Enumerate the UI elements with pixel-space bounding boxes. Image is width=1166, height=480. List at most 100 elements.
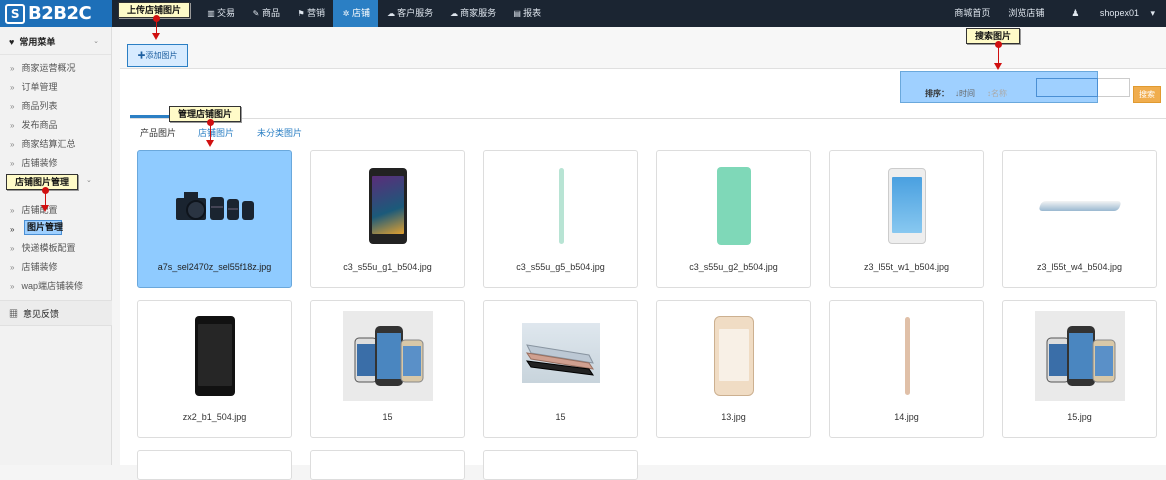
image-card[interactable]	[310, 450, 465, 480]
image-card[interactable]: z3_l55t_w1_b504.jpg	[829, 150, 984, 288]
chat-icon: ☁	[387, 9, 396, 18]
callout-stem	[45, 192, 46, 206]
cloud-icon: ☁	[450, 9, 459, 18]
image-name: c3_s55u_g2_b504.jpg	[689, 262, 778, 272]
sidebar-item-shop-config[interactable]: » 店铺配置	[0, 201, 112, 219]
active-tab-indicator	[130, 115, 174, 118]
nav-item-reports[interactable]: ▤ 报表	[504, 0, 549, 27]
chart-icon: ▥	[207, 9, 215, 18]
image-name: 15	[382, 412, 393, 422]
sidebar: ♥ 常用菜单 ⌄ » 商家运营概况 » 订单管理 » 商品列表 » 发布商品 » 商家结算…	[0, 27, 112, 465]
user-icon: ♟	[1071, 8, 1082, 18]
image-name: c3_s55u_g5_b504.jpg	[516, 262, 605, 272]
callout-stem	[156, 20, 157, 33]
sidebar-item-image-manage-arrow: »	[10, 225, 15, 234]
image-name: 13.jpg	[721, 412, 746, 422]
sort-label: 排序：	[925, 89, 949, 98]
search-input-highlight	[1036, 78, 1098, 97]
image-card[interactable]: c3_s55u_g5_b504.jpg	[483, 150, 638, 288]
sidebar-item-goods-list[interactable]: » 商品列表	[0, 97, 112, 115]
image-name: 14.jpg	[894, 412, 919, 422]
logo[interactable]: S B2B2C	[0, 0, 112, 27]
arrow-down-icon	[41, 205, 49, 212]
nav-item-shop[interactable]: ✲ 店铺	[333, 0, 379, 27]
image-thumbnail	[522, 323, 600, 383]
user-menu[interactable]: ♟ shopex01 ▾	[1053, 0, 1164, 27]
heart-icon: ♥	[9, 37, 15, 47]
common-menu-header[interactable]: ♥ 常用菜单 ⌄	[0, 27, 111, 55]
tab-product-images[interactable]: 产品图片	[140, 126, 176, 139]
image-card[interactable]	[483, 450, 638, 480]
image-name: 15.jpg	[1067, 412, 1092, 422]
image-thumbnail	[343, 311, 433, 401]
gear-icon: ✲	[342, 9, 350, 18]
image-name: z3_l55t_w4_b504.jpg	[1036, 262, 1123, 272]
tab-shop-images[interactable]: 店铺图片	[198, 126, 234, 139]
image-name: a7s_sel2470z_sel55f18z.jpg	[157, 262, 272, 272]
sidebar-item-overview[interactable]: » 商家运营概况	[0, 59, 112, 77]
top-right-links: 商城首页 浏览店铺 ♟ shopex01 ▾	[945, 0, 1164, 27]
sidebar-item-decoration[interactable]: » 店铺装修	[0, 154, 112, 172]
tab-uncategorized-images[interactable]: 未分类图片	[257, 126, 302, 139]
nav-item-customer-service[interactable]: ☁ 客户服务	[378, 0, 441, 27]
image-name: 15	[555, 412, 566, 422]
image-thumbnail	[516, 161, 606, 251]
sidebar-item-publish-goods[interactable]: » 发布商品	[0, 116, 112, 134]
image-card[interactable]: 14.jpg	[829, 300, 984, 438]
nav-item-merchant-service[interactable]: ☁ 商家服务	[441, 0, 504, 27]
image-card[interactable]: 13.jpg	[656, 300, 811, 438]
arrow-down-icon	[152, 33, 160, 40]
arrow-down-icon	[206, 140, 214, 147]
image-card[interactable]	[137, 450, 292, 480]
chevron-down-icon: ⌄	[86, 177, 92, 184]
chevron-down-icon: ⌄	[93, 38, 99, 45]
image-card[interactable]: a7s_sel2470z_sel55f18z.jpg	[137, 150, 292, 288]
nav-item-trade[interactable]: ▥ 交易	[198, 0, 243, 27]
arrow-down-icon	[994, 63, 1002, 70]
image-card[interactable]: 15	[483, 300, 638, 438]
browse-shop-link[interactable]: 浏览店铺	[999, 0, 1053, 27]
sidebar-item-shop-decoration[interactable]: » 店铺装修	[0, 258, 112, 276]
main-content: ✚添加图片 排序： ↓时间 ↕名称 搜索 产品图片 店铺图片 未分类图片 a7s…	[120, 27, 1166, 480]
image-thumbnail	[689, 311, 779, 401]
tag-icon: ✎	[252, 9, 260, 18]
sidebar-item-orders[interactable]: » 订单管理	[0, 78, 112, 96]
search-button[interactable]: 搜索	[1133, 86, 1161, 103]
callout-stem	[210, 124, 211, 140]
image-card[interactable]: 15	[310, 300, 465, 438]
image-name: zx2_b1_504.jpg	[182, 412, 247, 422]
image-card[interactable]: c3_s55u_g1_b504.jpg	[310, 150, 465, 288]
image-thumbnail	[862, 161, 952, 251]
callout-stem	[998, 46, 999, 64]
image-card[interactable]: 15.jpg	[1002, 300, 1157, 438]
mall-home-link[interactable]: 商城首页	[945, 0, 999, 27]
report-icon: ▤	[513, 9, 521, 18]
image-thumbnail	[1035, 161, 1125, 251]
callout-manage: 管理店铺图片	[169, 106, 242, 122]
image-name: z3_l55t_w1_b504.jpg	[863, 262, 950, 272]
logo-mark-icon: S	[5, 4, 25, 24]
image-thumbnail	[170, 161, 260, 251]
tab-divider	[130, 118, 1166, 119]
image-card[interactable]: z3_l55t_w4_b504.jpg	[1002, 150, 1157, 288]
image-thumbnail	[170, 311, 260, 401]
image-card[interactable]: zx2_b1_504.jpg	[137, 300, 292, 438]
nav-item-goods[interactable]: ✎ 商品	[243, 0, 288, 27]
image-card[interactable]: c3_s55u_g2_b504.jpg	[656, 150, 811, 288]
feedback-icon: ▦	[9, 309, 19, 319]
callout-search: 搜索图片	[966, 28, 1021, 44]
sidebar-item-settlement[interactable]: » 商家结算汇总	[0, 135, 112, 153]
main-nav: ▥ 交易 ✎ 商品 ⚑ 营销 ✲ 店铺 ☁ 客户服务 ☁ 商家服务 ▤ 报表	[198, 0, 549, 27]
image-name: c3_s55u_g1_b504.jpg	[343, 262, 432, 272]
add-image-button[interactable]: ✚添加图片	[127, 44, 188, 67]
image-thumbnail	[343, 161, 433, 251]
image-thumbnail	[862, 311, 952, 401]
sidebar-item-wap-decoration[interactable]: » wap端店铺装修	[0, 277, 112, 295]
sidebar-item-shipping-template[interactable]: » 快递模板配置	[0, 239, 112, 257]
feedback-header[interactable]: ▦ 意见反馈	[0, 300, 112, 326]
nav-item-marketing[interactable]: ⚑ 营销	[288, 0, 333, 27]
sort-by-time[interactable]: ↓时间	[955, 88, 975, 99]
sidebar-item-image-manage[interactable]: 图片管理	[24, 220, 63, 235]
image-thumbnail	[1035, 311, 1125, 401]
sort-by-name[interactable]: ↕名称	[987, 88, 1007, 99]
